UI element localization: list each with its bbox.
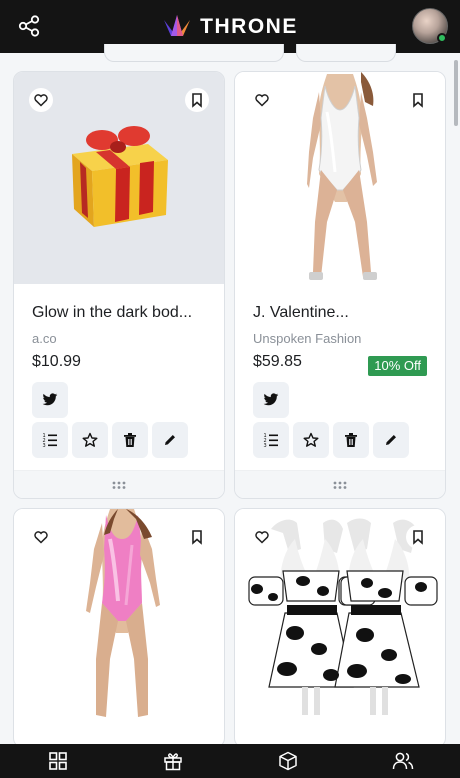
product-title[interactable]: J. Valentine... [253, 304, 349, 322]
product-title[interactable]: Glow in the dark bod... [32, 304, 192, 322]
product-card[interactable]: Glow in the dark bod... a.co $10.99 123 [13, 71, 225, 499]
gift-icon [163, 753, 182, 771]
bottom-nav [0, 744, 460, 778]
online-status-dot [437, 33, 447, 43]
box-icon [278, 751, 297, 771]
add-to-list-button[interactable]: 123 [32, 422, 68, 458]
avatar[interactable] [412, 8, 448, 44]
numbered-list-icon: 123 [43, 433, 57, 448]
twitter-button[interactable] [32, 382, 68, 418]
product-card[interactable]: J. Valentine... Unspoken Fashion $59.85 … [234, 71, 446, 499]
brand-name: THRONE [200, 14, 298, 38]
share-icon[interactable] [16, 13, 42, 39]
svg-text:3: 3 [264, 443, 267, 448]
svg-text:3: 3 [43, 443, 46, 448]
heart-icon[interactable] [29, 88, 53, 112]
twitter-icon [42, 393, 58, 406]
drag-handle-icon [112, 481, 126, 489]
nav-gift-button[interactable] [153, 746, 193, 776]
product-seller: a.co [32, 331, 57, 346]
nav-grid-button[interactable] [38, 746, 78, 776]
filter-chip[interactable] [296, 44, 396, 62]
product-card[interactable] [13, 508, 225, 748]
pencil-icon [386, 435, 396, 445]
scrollbar[interactable] [454, 60, 458, 126]
product-price: $59.85 [253, 353, 302, 370]
brand-logo[interactable]: THRONE [162, 14, 298, 40]
delete-button[interactable] [112, 422, 148, 458]
edit-button[interactable] [152, 422, 188, 458]
trash-icon [345, 433, 357, 447]
crown-logo-icon [164, 14, 191, 36]
bookmark-icon[interactable] [406, 525, 430, 549]
heart-icon[interactable] [250, 525, 274, 549]
star-icon [303, 432, 319, 447]
numbered-list-icon: 123 [264, 433, 278, 448]
drag-handle[interactable] [235, 470, 445, 498]
product-price: $10.99 [32, 353, 81, 370]
bookmark-icon[interactable] [185, 88, 209, 112]
trash-icon [124, 433, 136, 447]
add-to-list-button[interactable]: 123 [253, 422, 289, 458]
nav-box-button[interactable] [268, 746, 308, 776]
product-card[interactable] [234, 508, 446, 748]
discount-badge: 10% Off [368, 356, 427, 376]
favorite-button[interactable] [72, 422, 108, 458]
product-seller: Unspoken Fashion [253, 331, 362, 346]
filter-chip[interactable] [104, 44, 284, 62]
edit-button[interactable] [373, 422, 409, 458]
users-icon [392, 752, 413, 770]
bookmark-icon[interactable] [185, 525, 209, 549]
nav-users-button[interactable] [383, 746, 423, 776]
bookmark-icon[interactable] [406, 88, 430, 112]
pencil-icon [165, 435, 175, 445]
drag-handle[interactable] [14, 470, 224, 498]
heart-icon[interactable] [29, 525, 53, 549]
heart-icon[interactable] [250, 88, 274, 112]
grid-icon [48, 752, 67, 770]
star-icon [82, 432, 98, 447]
delete-button[interactable] [333, 422, 369, 458]
twitter-button[interactable] [253, 382, 289, 418]
drag-handle-icon [333, 481, 347, 489]
twitter-icon [263, 393, 279, 406]
favorite-button[interactable] [293, 422, 329, 458]
